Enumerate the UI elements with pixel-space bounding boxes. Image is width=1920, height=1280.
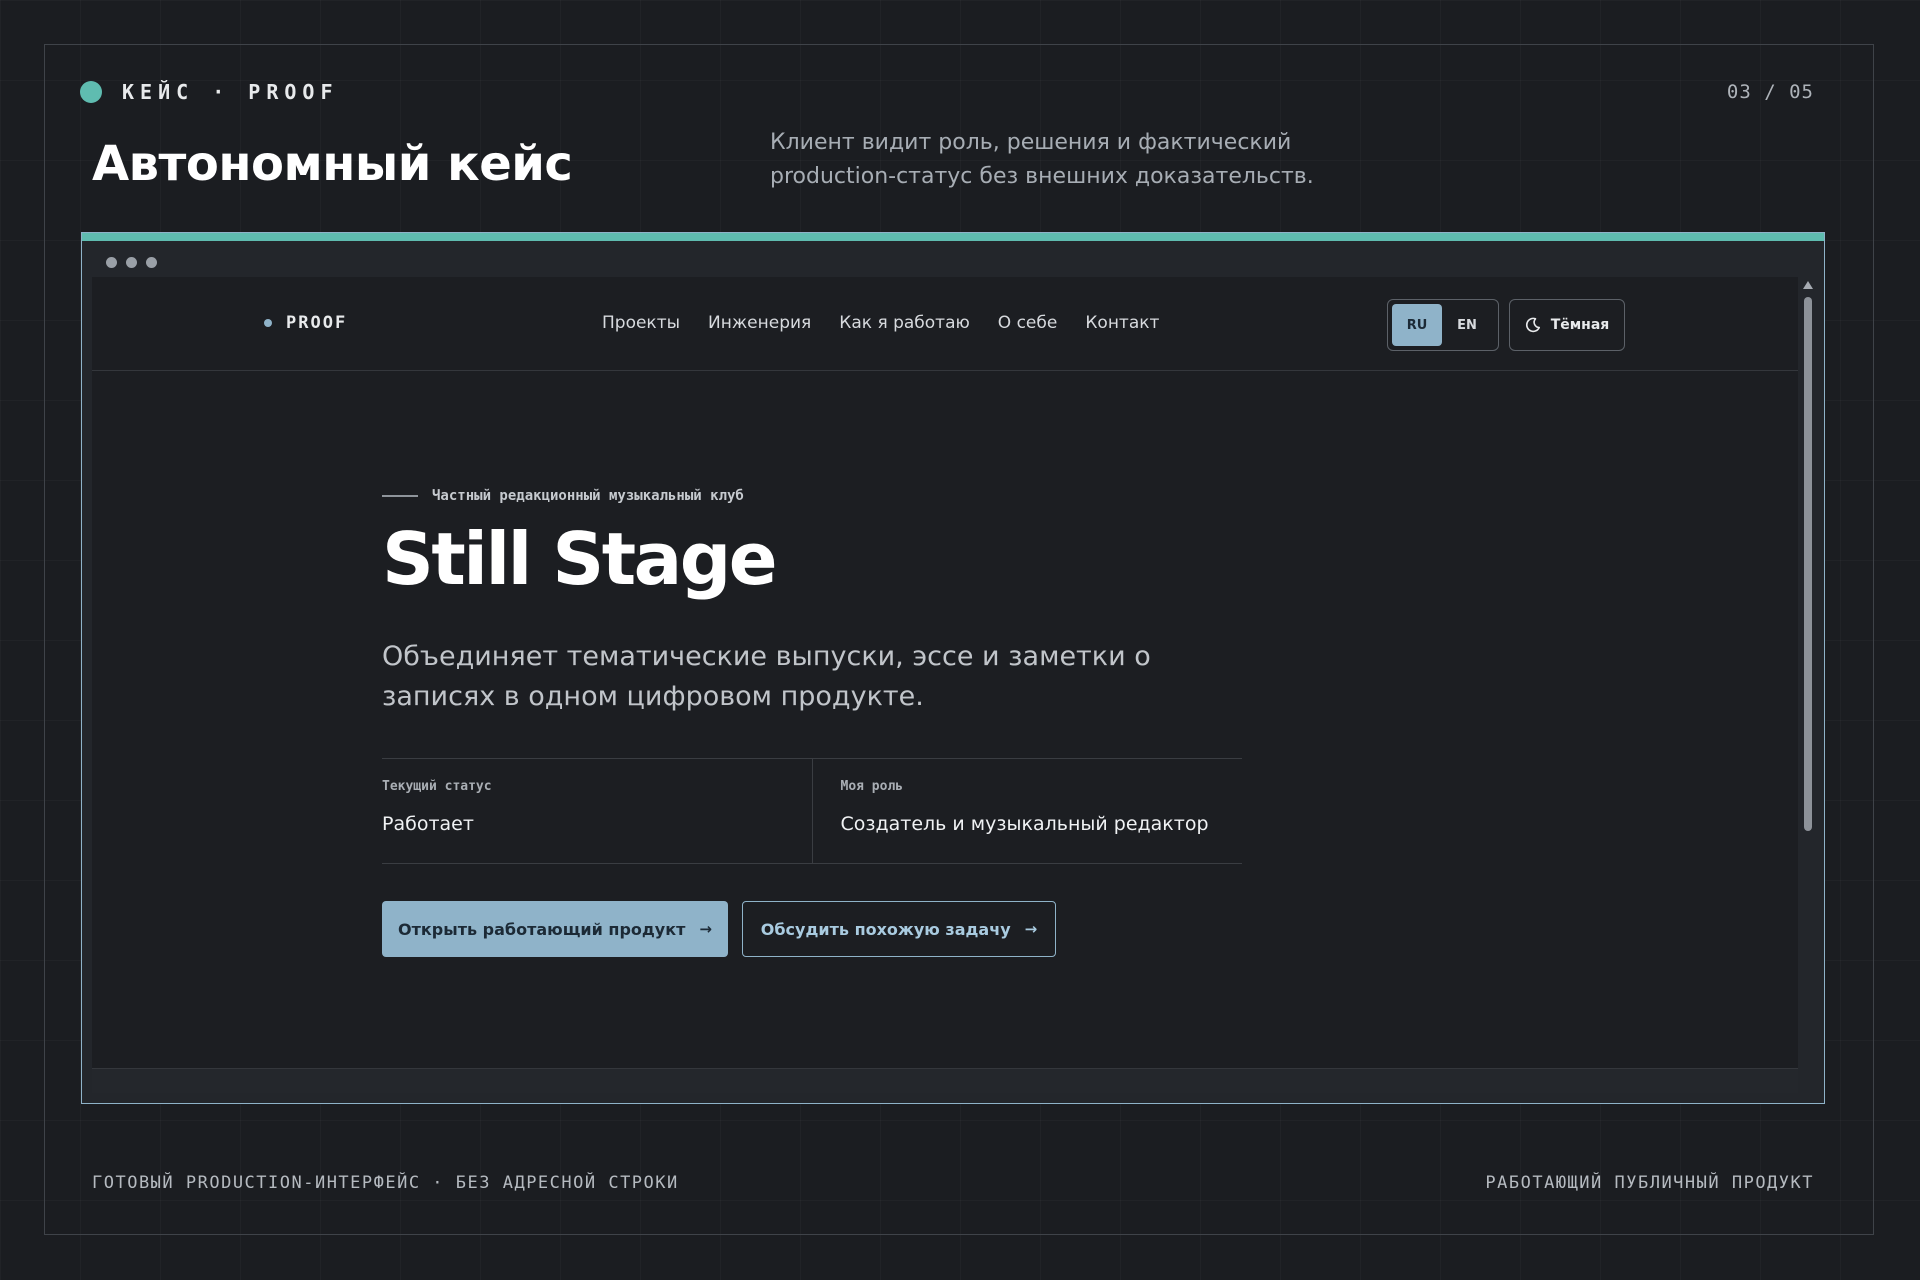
fact-role: Моя роль Создатель и музыкальный редакто… [811, 759, 1243, 863]
window-dot-icon [106, 257, 117, 268]
lang-en-button[interactable]: EN [1442, 304, 1492, 346]
facts-strip: Текущий статус Работает Моя роль Создате… [382, 758, 1242, 864]
browser-mockup: PROOF Проекты Инженерия Как я работаю О … [81, 232, 1825, 1104]
nav-link-engineering[interactable]: Инженерия [708, 313, 811, 333]
moon-icon [1525, 317, 1540, 333]
brand-dot-icon [80, 81, 102, 103]
eyebrow-line [382, 495, 418, 497]
theme-label: Тёмная [1550, 317, 1610, 333]
viewport-footer [92, 1069, 1798, 1093]
discuss-task-button[interactable]: Обсудить похожую задачу → [742, 901, 1056, 957]
window-dot-icon [146, 257, 157, 268]
hero-description: Объединяет тематические выпуски, эссе и … [382, 641, 1151, 712]
nav-link-projects[interactable]: Проекты [602, 313, 680, 333]
site-nav: Проекты Инженерия Как я работаю О себе К… [602, 313, 1159, 333]
slide-brand: КЕЙС · PROOF [80, 78, 339, 106]
open-product-label: Открыть работающий продукт [398, 919, 686, 939]
page-counter: 03 / 05 [1726, 81, 1814, 103]
language-switcher: RU EN [1387, 299, 1499, 351]
theme-toggle-button[interactable]: Тёмная [1509, 299, 1625, 351]
fact-label: Моя роль [840, 779, 904, 794]
scroll-up-icon[interactable] [1803, 281, 1813, 289]
footer-right-caption: РАБОТАЮЩИЙ ПУБЛИЧНЫЙ ПРОДУКТ [1485, 1173, 1814, 1193]
fact-label: Текущий статус [382, 779, 492, 794]
nav-link-how-i-work[interactable]: Как я работаю [839, 313, 970, 333]
scroll-thumb[interactable] [1804, 297, 1812, 831]
logo-text: PROOF [286, 313, 348, 333]
mockup-accent-bar [82, 233, 1824, 241]
nav-link-about[interactable]: О себе [998, 313, 1058, 333]
window-controls [106, 257, 157, 268]
slide-title: Автономный кейс [92, 136, 573, 192]
site-logo[interactable]: PROOF [264, 313, 347, 333]
eyebrow-text: Частный редакционный музыкальный клуб [432, 488, 744, 504]
window-dot-icon [126, 257, 137, 268]
cta-row: Открыть работающий продукт → Обсудить по… [382, 901, 1056, 957]
hero-title: Still Stage [382, 517, 778, 601]
open-product-button[interactable]: Открыть работающий продукт → [382, 901, 728, 957]
arrow-right-icon: → [699, 920, 712, 938]
lang-ru-button[interactable]: RU [1392, 304, 1442, 346]
footer-left-caption: ГОТОВЫЙ PRODUCTION-ИНТЕРФЕЙС · БЕЗ АДРЕС… [92, 1173, 679, 1193]
arrow-right-icon: → [1024, 920, 1038, 938]
slide-subtitle: Клиент видит роль, решения и фактический… [770, 130, 1314, 189]
fact-value: Создатель и музыкальный редактор [840, 813, 1209, 835]
brand-label: КЕЙС · PROOF [122, 80, 339, 104]
fact-status: Текущий статус Работает [382, 759, 812, 863]
scrollbar[interactable] [1800, 277, 1816, 1093]
hero-eyebrow: Частный редакционный музыкальный клуб [382, 488, 744, 504]
site-viewport: PROOF Проекты Инженерия Как я работаю О … [92, 277, 1798, 1093]
logo-dot-icon [264, 319, 272, 327]
site-header: PROOF Проекты Инженерия Как я работаю О … [92, 277, 1798, 371]
discuss-task-label: Обсудить похожую задачу [760, 919, 1011, 939]
fact-value: Работает [382, 813, 474, 835]
nav-link-contact[interactable]: Контакт [1085, 313, 1159, 333]
